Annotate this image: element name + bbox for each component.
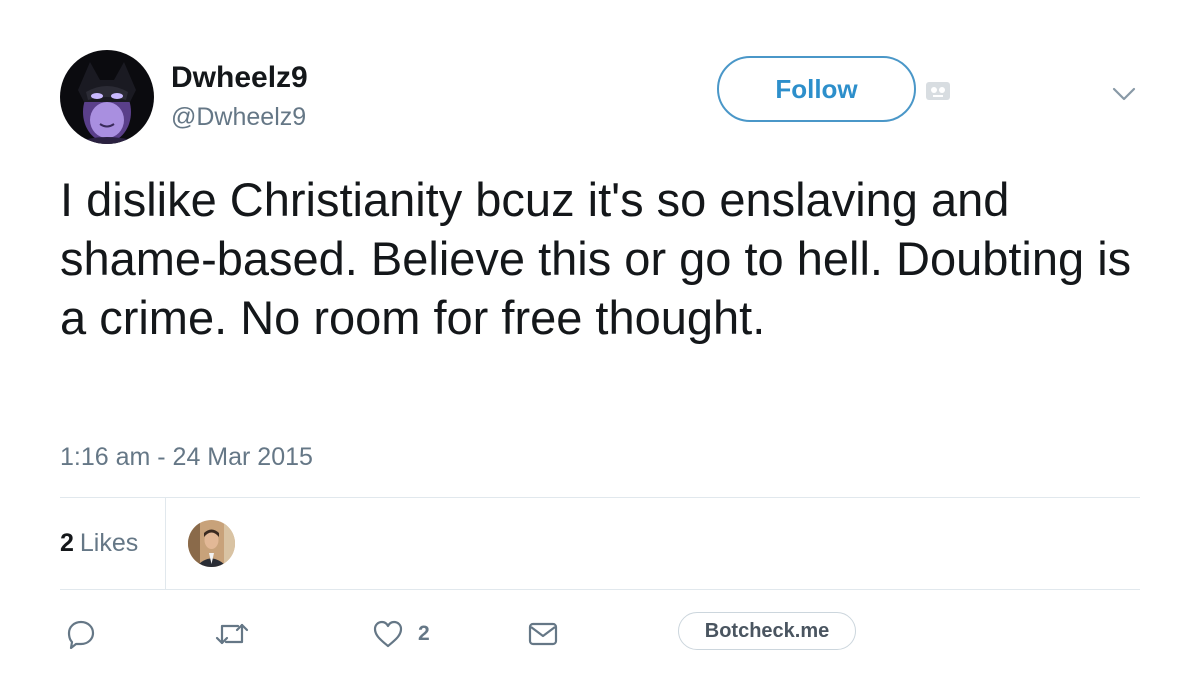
likes-stat[interactable]: 2 Likes bbox=[60, 528, 138, 558]
reply-button[interactable] bbox=[66, 617, 96, 651]
bot-icon bbox=[925, 80, 951, 102]
botcheck-button[interactable]: Botcheck.me bbox=[678, 612, 856, 650]
chevron-down-icon[interactable] bbox=[1110, 84, 1138, 104]
likes-label: Likes bbox=[79, 529, 139, 557]
follow-button[interactable]: Follow bbox=[717, 56, 916, 122]
author-avatar[interactable] bbox=[60, 50, 154, 144]
likes-count: 2 bbox=[60, 529, 74, 557]
retweet-button[interactable] bbox=[214, 617, 250, 651]
liker-avatar[interactable] bbox=[188, 520, 235, 567]
heart-icon bbox=[372, 619, 404, 649]
retweet-icon bbox=[214, 619, 250, 649]
like-count: 2 bbox=[418, 622, 430, 645]
author-display-name[interactable]: Dwheelz9 bbox=[171, 60, 308, 96]
actions-top-divider bbox=[60, 589, 1140, 590]
tweet-timestamp[interactable]: 1:16 am - 24 Mar 2015 bbox=[60, 442, 313, 472]
stats-top-divider bbox=[60, 497, 1140, 498]
envelope-icon bbox=[527, 619, 559, 649]
tweet-text: I dislike Christianity bcuz it's so ensl… bbox=[60, 173, 1132, 344]
author-handle[interactable]: @Dwheelz9 bbox=[171, 102, 306, 132]
direct-message-button[interactable] bbox=[527, 617, 559, 651]
stats-vertical-divider bbox=[165, 497, 166, 589]
reply-icon bbox=[66, 619, 96, 649]
like-button[interactable]: 2 bbox=[372, 617, 430, 651]
